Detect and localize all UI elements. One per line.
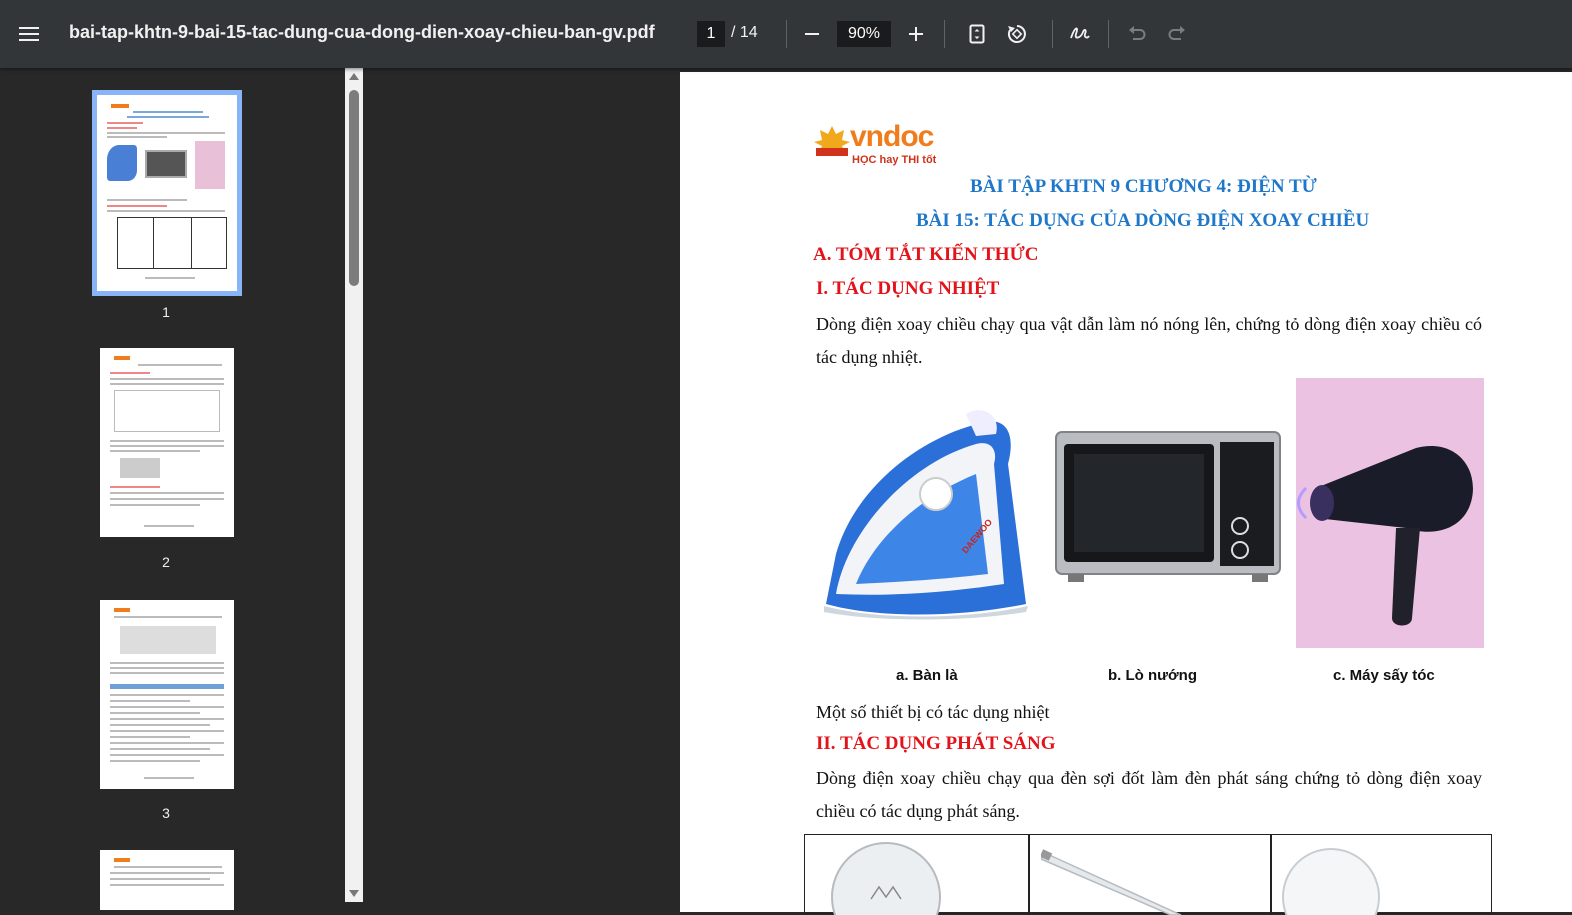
thumbnail-label-2: 2 xyxy=(162,554,170,570)
figure-note: Một số thiết bị có tác dụng nhiệt xyxy=(816,702,1050,722)
pdf-toolbar: bai-tap-khtn-9-bai-15-tac-dung-cua-dong-… xyxy=(0,0,1572,68)
paragraph-light: Dòng điện xoay chiều chạy qua đèn sợi đố… xyxy=(816,768,1482,821)
thumbnail-label-1: 1 xyxy=(162,304,170,320)
fit-page-icon[interactable] xyxy=(962,19,992,49)
round-bulb-image xyxy=(1282,848,1380,915)
section-2-heading: II. TÁC DỤNG PHÁT SÁNG xyxy=(816,733,1056,754)
paragraph-heat: Dòng điện xoay chiều chạy qua vật dẫn là… xyxy=(816,314,1482,367)
bulb-image xyxy=(831,842,941,915)
scroll-thumb[interactable] xyxy=(349,90,359,286)
heat-devices-figure: DAEWOO xyxy=(816,378,1486,686)
thumbnail-sidebar: 1 2 3 xyxy=(0,68,345,910)
toolbar-divider xyxy=(786,20,787,48)
zoom-out-icon[interactable] xyxy=(797,19,827,49)
table-divider xyxy=(1028,835,1030,915)
scroll-down-icon[interactable] xyxy=(349,890,359,897)
page-thumbnail-3[interactable] xyxy=(100,600,234,789)
document-viewer: vndoc HỌC hay THI tốt BÀI TẬP KHTN 9 CHƯ… xyxy=(363,68,1572,915)
caption-oven: b. Lò nướng xyxy=(1108,667,1198,684)
toolbar-divider xyxy=(1052,20,1053,48)
hair-dryer-image xyxy=(1296,378,1484,648)
page-thumbnail-2[interactable] xyxy=(100,348,234,537)
zoom-in-icon[interactable] xyxy=(901,19,931,49)
section-a-heading: A. TÓM TẮT KIẾN THỨC xyxy=(813,244,1039,265)
redo-icon[interactable] xyxy=(1162,19,1192,49)
heading-chapter: BÀI TẬP KHTN 9 CHƯƠNG 4: ĐIỆN TỪ xyxy=(970,176,1317,197)
toolbar-divider xyxy=(1108,20,1109,48)
thumbnail-label-3: 3 xyxy=(162,805,170,821)
page-total: / 14 xyxy=(731,24,758,41)
section-1-heading: I. TÁC DỤNG NHIỆT xyxy=(816,278,1000,299)
caption-hair-dryer: c. Máy sấy tóc xyxy=(1333,667,1435,684)
page-thumbnail-1[interactable] xyxy=(92,90,242,296)
page-number-input[interactable]: 1 xyxy=(697,21,725,47)
table-divider xyxy=(1270,835,1272,915)
iron-image: DAEWOO xyxy=(824,410,1028,620)
menu-icon[interactable] xyxy=(14,19,44,49)
sidebar-scrollbar[interactable] xyxy=(345,68,363,902)
tube-light-image xyxy=(1041,849,1182,915)
toolbar-divider xyxy=(944,20,945,48)
document-title: bai-tap-khtn-9-bai-15-tac-dung-cua-dong-… xyxy=(69,22,655,42)
undo-icon[interactable] xyxy=(1122,19,1152,49)
rotate-icon[interactable] xyxy=(1002,19,1032,49)
zoom-input[interactable]: 90% xyxy=(837,21,891,47)
oven-image xyxy=(1055,431,1281,582)
page-thumbnail-4[interactable] xyxy=(100,850,234,910)
annotate-icon[interactable] xyxy=(1065,19,1095,49)
pdf-page: vndoc HỌC hay THI tốt BÀI TẬP KHTN 9 CHƯ… xyxy=(680,72,1572,915)
bulb-table xyxy=(804,834,1492,915)
heading-lesson: BÀI 15: TÁC DỤNG CỦA DÒNG ĐIỆN XOAY CHIỀ… xyxy=(916,210,1370,231)
scroll-up-icon[interactable] xyxy=(349,73,359,80)
caption-iron: a. Bàn là xyxy=(896,667,958,684)
